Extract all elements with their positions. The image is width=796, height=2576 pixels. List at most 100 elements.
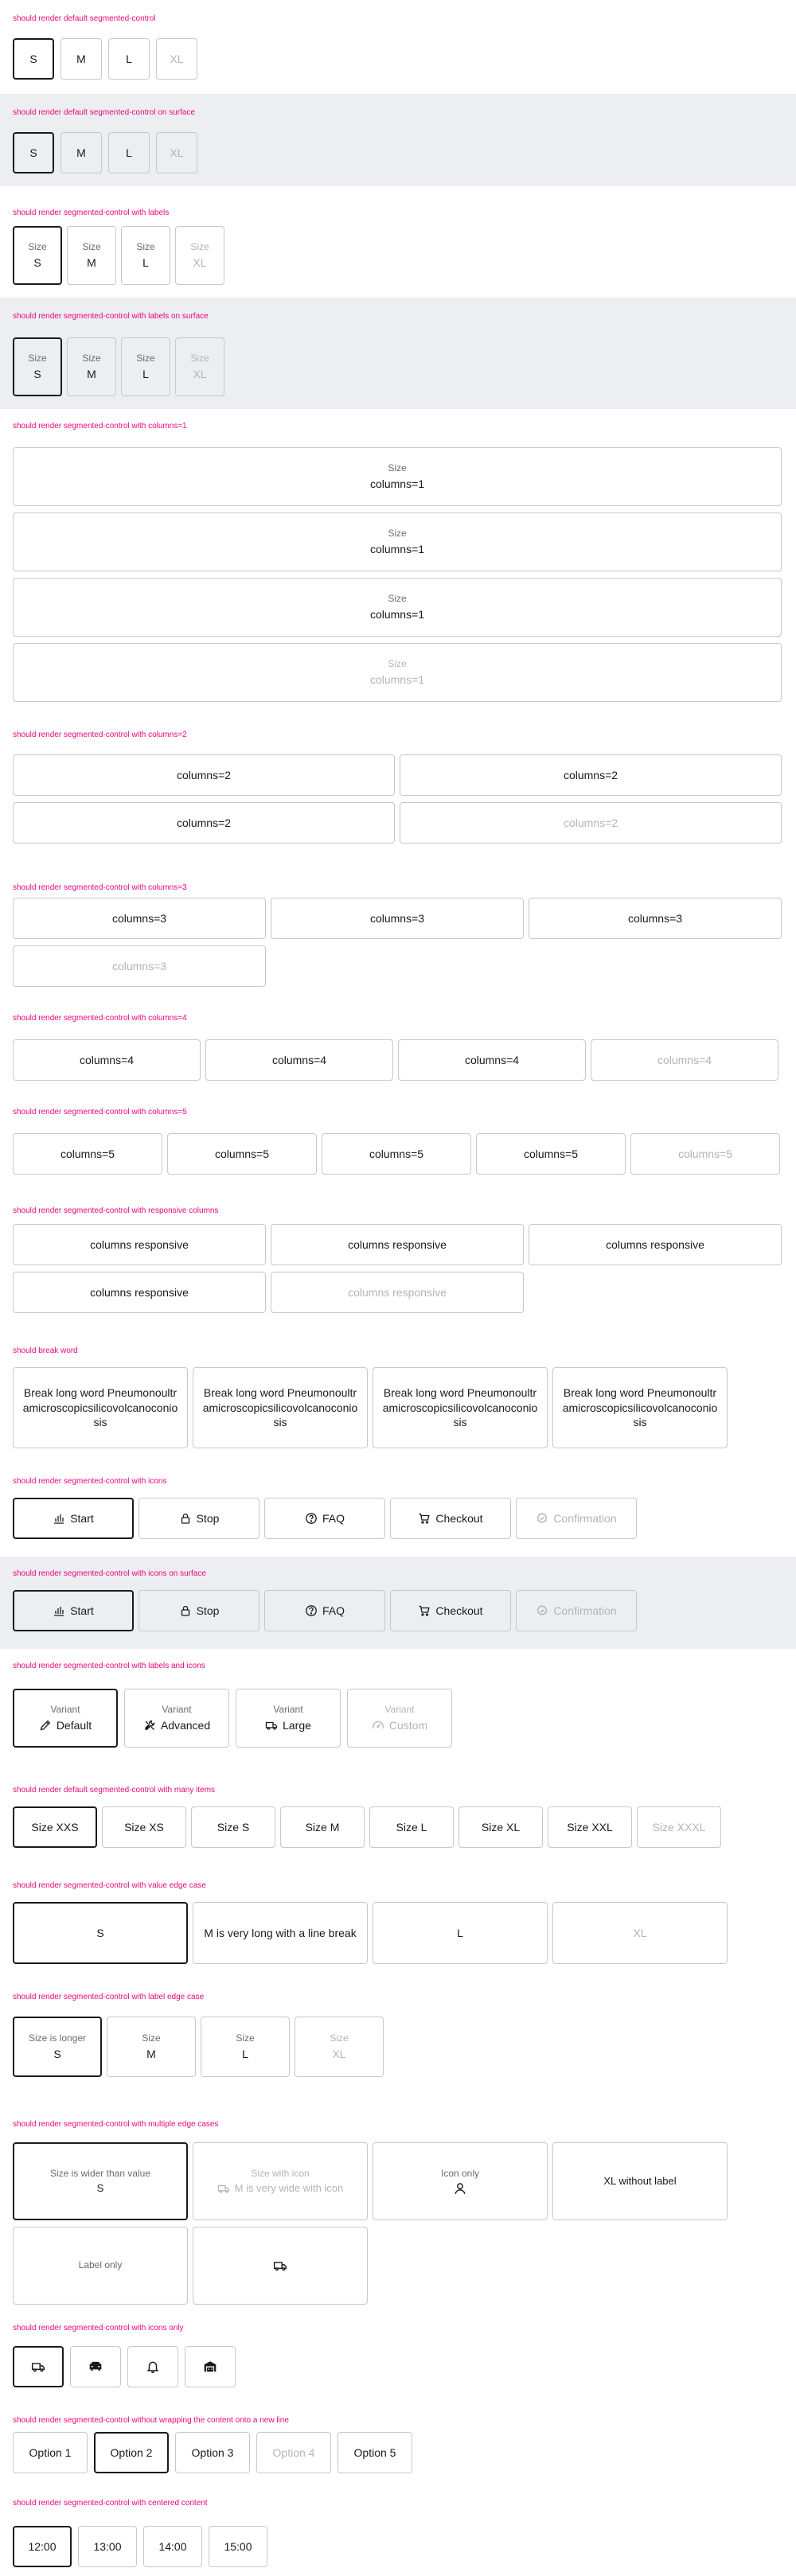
segmented-control-item[interactable]: S — [13, 38, 54, 80]
segmented-control-item[interactable]: L — [373, 1902, 548, 1964]
segmented-control-item[interactable]: Size columns=1 — [13, 578, 782, 637]
icon-only-item[interactable] — [13, 2346, 64, 2387]
segmented-control-item[interactable]: M is very long with a line break — [193, 1902, 368, 1964]
segmented-control-item[interactable]: columns responsive — [13, 1224, 266, 1265]
segmented-control-item[interactable]: Stop — [139, 1498, 259, 1539]
segmented-control-item[interactable]: Size L — [201, 2017, 290, 2077]
segmented-control-item[interactable]: Size L — [121, 337, 170, 396]
example-section: should render segmented-control with res… — [0, 1197, 796, 1340]
example-caption: should render segmented-control with lab… — [13, 208, 170, 217]
segmented-control-item[interactable]: Option 5 — [338, 2432, 412, 2473]
segmented-control-item[interactable]: columns=3 — [529, 898, 782, 939]
segmented-control-item[interactable]: Option 1 — [13, 2432, 88, 2473]
icon-only-item[interactable] — [70, 2346, 121, 2387]
segmented-control-item[interactable]: S — [13, 132, 54, 173]
segmented-control-item[interactable]: L — [108, 132, 150, 173]
segmented-control-item[interactable]: columns responsive — [13, 1272, 266, 1313]
segmented-control-item[interactable] — [193, 2227, 368, 2305]
segmented-control-item[interactable]: 14:00 — [143, 2526, 202, 2567]
segmented-control-item[interactable]: Variant Default — [13, 1689, 118, 1748]
segmented-control-item[interactable]: Size XXS — [13, 1806, 97, 1848]
segmented-control-item: columns=2 — [400, 802, 782, 844]
example-caption: should render segmented-control with mul… — [13, 2120, 219, 2129]
segmented-control-item[interactable]: columns=3 — [271, 898, 524, 939]
segmented-control-item[interactable]: Size M — [280, 1806, 365, 1848]
item-value: Default — [56, 1718, 92, 1732]
example-caption: should render segmented-control with col… — [13, 1108, 187, 1117]
segmented-control-item[interactable]: Size columns=1 — [13, 447, 782, 506]
segmented-control-item[interactable]: XL without label — [552, 2142, 728, 2220]
segmented-control-item[interactable]: Size XL — [458, 1806, 543, 1848]
icon-only-item[interactable] — [127, 2346, 178, 2387]
segmented-control-item[interactable]: Size S — [13, 337, 62, 396]
segmented-control-item[interactable]: 13:00 — [78, 2526, 137, 2567]
car-icon — [88, 2360, 103, 2374]
icon-only-item[interactable] — [185, 2346, 236, 2387]
item-value: Option 2 — [110, 2445, 153, 2459]
segmented-control-item[interactable]: columns responsive — [271, 1224, 524, 1265]
segmented-control-item[interactable]: Size XS — [102, 1806, 186, 1848]
item-value: columns=3 — [627, 911, 683, 925]
segmented-control-item[interactable]: 12:00 — [13, 2526, 72, 2567]
segmented-control-item[interactable]: Size M — [107, 2017, 196, 2077]
item-value: Stop — [196, 1604, 220, 1617]
segmented-control-item[interactable]: Option 2 — [94, 2432, 169, 2473]
segmented-control-item[interactable]: Checkout — [390, 1498, 511, 1539]
segmented-control-item[interactable]: Size M — [67, 337, 116, 396]
segmented-control-item[interactable]: 15:00 — [209, 2526, 267, 2567]
segmented-control-item[interactable]: Start — [13, 1498, 134, 1539]
item-value: S — [96, 1926, 104, 1939]
segmented-control-item[interactable]: S — [13, 1902, 188, 1964]
segmented-control-item[interactable]: Size columns=1 — [13, 512, 782, 571]
segmented-control-item[interactable]: columns=4 — [398, 1039, 586, 1081]
item-label: Size — [388, 593, 407, 605]
item-value: FAQ — [322, 1511, 345, 1525]
segmented-control-item[interactable]: Start — [13, 1590, 134, 1631]
segmented-control-item[interactable]: columns=2 — [13, 802, 395, 844]
segmented-control-item[interactable]: columns=4 — [205, 1039, 393, 1081]
segmented-control-item[interactable]: Checkout — [390, 1590, 511, 1631]
segmented-control-item[interactable]: FAQ — [264, 1590, 385, 1631]
item-value: Size XS — [124, 1820, 164, 1834]
segmented-control-item[interactable]: columns=5 — [167, 1133, 317, 1175]
segmented-control-item[interactable]: Variant Advanced — [124, 1689, 229, 1748]
segmented-control-item[interactable]: Stop — [139, 1590, 259, 1631]
segmented-control-item[interactable]: columns=5 — [13, 1133, 162, 1175]
item-value: Confirmation — [553, 1604, 617, 1617]
segmented-control-item[interactable]: Break long word Pneumonoultramicroscopic… — [13, 1367, 188, 1448]
segmented-control-item[interactable]: Option 3 — [175, 2432, 250, 2473]
segmented-control-item[interactable]: columns=2 — [13, 754, 395, 796]
segmented-control-item[interactable]: Size S — [13, 226, 62, 285]
segmented-control-item[interactable]: Break long word Pneumonoultramicroscopic… — [193, 1367, 368, 1448]
segmented-control-item[interactable]: Size M — [67, 226, 116, 285]
item-value: columns=3 — [111, 911, 167, 925]
segmented-control-item[interactable]: Break long word Pneumonoultramicroscopic… — [552, 1367, 728, 1448]
segmented-control-item[interactable]: Break long word Pneumonoultramicroscopic… — [373, 1367, 548, 1448]
segmented-control-item[interactable]: Size XXL — [548, 1806, 632, 1848]
segmented-control-item[interactable]: Size S — [191, 1806, 275, 1848]
segmented-control-item[interactable]: Variant Large — [236, 1689, 341, 1748]
segmented-control-item[interactable]: FAQ — [264, 1498, 385, 1539]
cart-icon — [418, 1512, 431, 1525]
segmented-control-item[interactable]: M — [60, 132, 102, 173]
segmented-control-item[interactable]: columns=5 — [476, 1133, 626, 1175]
item-label: Size is longer — [28, 2032, 87, 2044]
segmented-control-item[interactable]: M — [60, 38, 102, 80]
segmented-control-item[interactable]: Size L — [369, 1806, 454, 1848]
segmented-control-item[interactable]: columns=2 — [400, 754, 782, 796]
segmented-control-item[interactable]: L — [108, 38, 150, 80]
example-section: should render segmented-control with ico… — [0, 1557, 796, 1649]
segmented-control-item[interactable]: columns responsive — [529, 1224, 782, 1265]
user-icon — [453, 2181, 467, 2196]
segmented-control-item[interactable]: Size is longer S — [13, 2017, 102, 2077]
segmented-control-item[interactable]: columns=4 — [13, 1039, 201, 1081]
example-section: should break word Break long word Pneumon… — [0, 1340, 796, 1471]
segmented-control-item[interactable]: columns=3 — [13, 898, 266, 939]
badge-check-icon — [536, 1512, 548, 1525]
segmented-control-item[interactable]: Size is wider than value S — [13, 2142, 188, 2220]
segmented-control-item[interactable]: columns=5 — [322, 1133, 471, 1175]
segmented-control-item[interactable]: Size L — [121, 226, 170, 285]
segmented-control-item[interactable]: Label only — [13, 2227, 188, 2305]
segmented-control-item[interactable]: Icon only — [373, 2142, 548, 2220]
example-caption: should render segmented-control with lab… — [13, 312, 209, 321]
